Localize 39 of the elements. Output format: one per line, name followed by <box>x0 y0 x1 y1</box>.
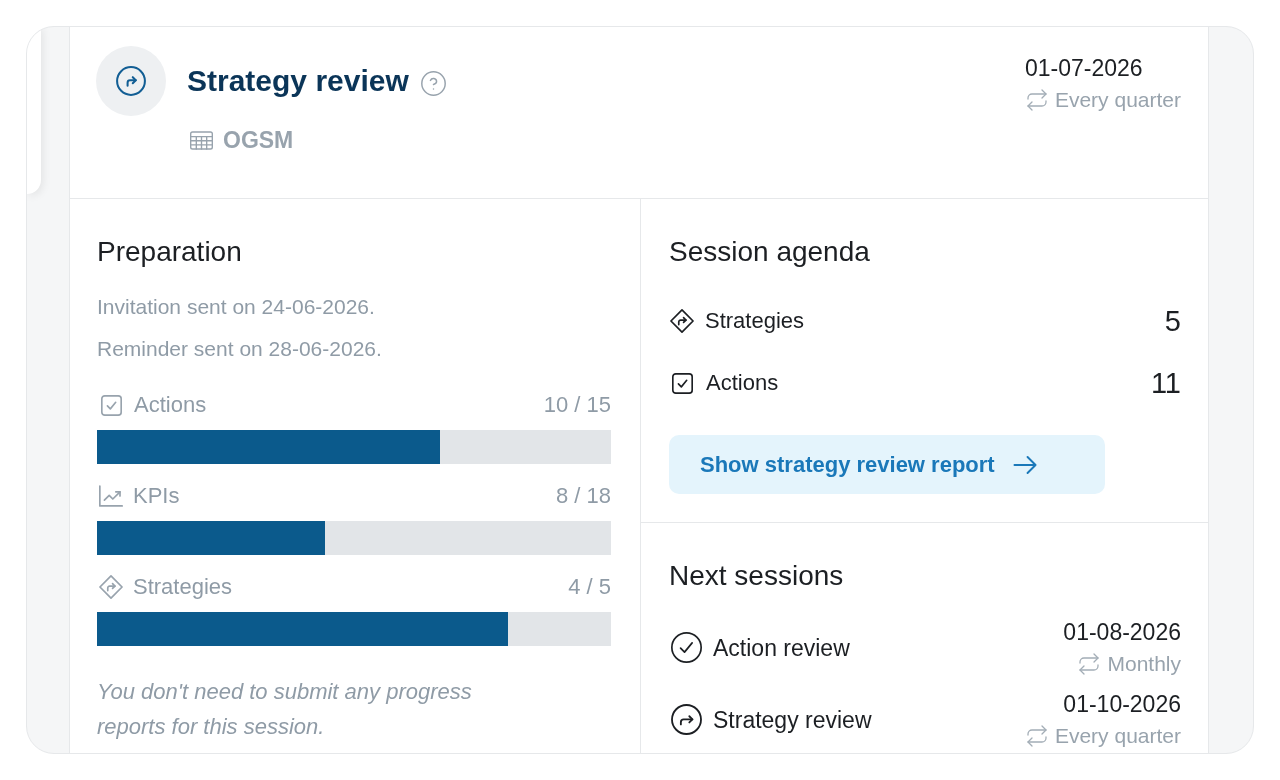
table-icon <box>190 130 213 150</box>
help-icon[interactable] <box>420 70 446 96</box>
arrow-right-icon <box>1012 455 1037 474</box>
circle-check-icon <box>671 632 702 663</box>
checkbox-icon <box>101 394 122 416</box>
section-title: Session agenda <box>669 235 871 269</box>
recurrence-label: Every quarter <box>1054 723 1181 749</box>
agenda-label: Actions <box>706 369 779 397</box>
progress-count: 10 / 15 <box>543 391 611 419</box>
repeat-icon <box>1026 89 1047 111</box>
show-report-button[interactable]: Show strategy review report <box>669 435 1105 494</box>
footnote-text: You don't need to submit any progress reports for this session. <box>97 678 473 741</box>
progress-count: 8 / 18 <box>555 482 611 510</box>
progress-label: KPIs <box>133 482 180 510</box>
framework-label: OGSM <box>223 126 294 154</box>
agenda-count: 11 <box>1150 366 1181 401</box>
line-chart-icon <box>99 485 123 507</box>
session-name: Action review <box>713 633 850 663</box>
session-title: Strategy review <box>187 63 409 99</box>
progress-count: 4 / 5 <box>568 573 611 601</box>
preparation-note: Invitation sent on 24-06-2026. <box>97 294 376 320</box>
preparation-note: Reminder sent on 28-06-2026. <box>97 336 383 362</box>
recurrence-label: Every quarter <box>1054 87 1181 113</box>
session-date: 01-10-2026 <box>1063 690 1181 719</box>
agenda-count: 5 <box>1164 304 1181 339</box>
session-name: Strategy review <box>713 705 872 735</box>
turn-sign-icon <box>99 575 123 599</box>
repeat-icon <box>1079 653 1100 675</box>
progress-label: Strategies <box>133 573 233 601</box>
repeat-icon <box>1026 725 1047 747</box>
checkbox-icon <box>672 372 693 394</box>
session-date: 01-07-2026 <box>1024 54 1143 83</box>
recurrence-label: Monthly <box>1107 651 1181 677</box>
section-title: Preparation <box>97 235 243 269</box>
progress-label: Actions <box>134 391 207 419</box>
turn-sign-icon <box>670 309 694 333</box>
session-date: 01-08-2026 <box>1063 618 1181 647</box>
section-title: Next sessions <box>669 559 845 593</box>
agenda-label: Strategies <box>705 307 805 335</box>
